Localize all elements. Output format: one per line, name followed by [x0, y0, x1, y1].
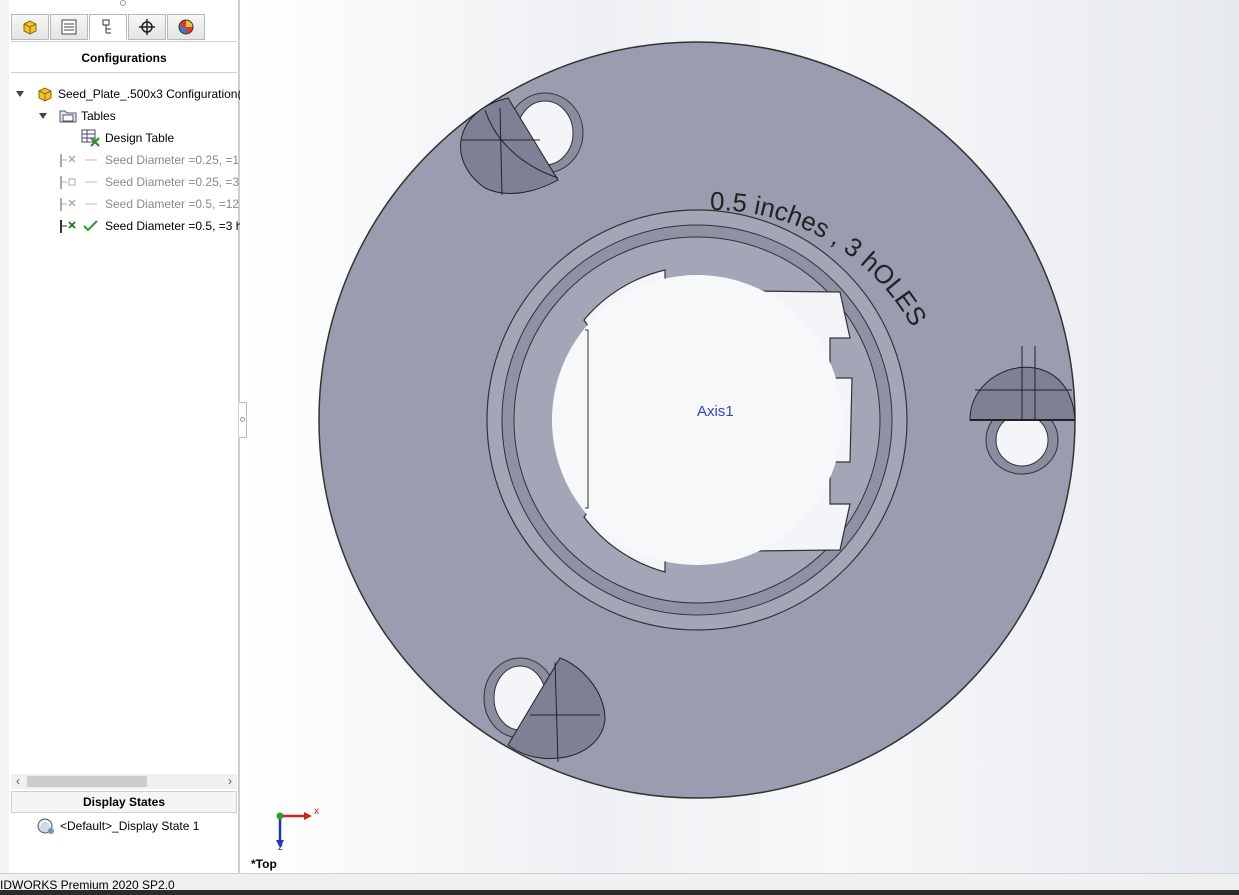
tables-folder-item[interactable]: Tables: [39, 106, 116, 126]
tree-horizontal-scrollbar[interactable]: ‹ ›: [11, 774, 237, 789]
seed-plate-model[interactable]: 0.5 inches , 3 hOLES: [240, 0, 1239, 873]
configuration-item[interactable]: Seed Diameter =0.5, =12: [58, 194, 239, 214]
folder-icon: [59, 110, 77, 123]
scroll-left-icon[interactable]: ‹: [11, 774, 25, 789]
display-state-icon: [37, 818, 54, 834]
display-state-item[interactable]: <Default>_Display State 1: [36, 816, 199, 836]
part-icon: [23, 20, 37, 35]
crosshair-icon: [139, 19, 155, 35]
view-orientation-label: *Top: [251, 857, 277, 871]
design-table-item[interactable]: Design Table: [81, 128, 174, 148]
configuration-manager-tab[interactable]: [89, 14, 127, 40]
design-table-label: Design Table: [105, 131, 175, 145]
feature-manager-tab[interactable]: [11, 14, 49, 40]
collapse-caret-icon[interactable]: [16, 91, 24, 97]
configuration-item-active[interactable]: Seed Diameter =0.5, =3 h: [58, 216, 242, 236]
scroll-thumb[interactable]: [27, 776, 147, 787]
dimxpert-manager-tab[interactable]: [128, 14, 166, 40]
tree-root-label: Seed_Plate_.500x3 Configuration(s: [58, 87, 248, 101]
axis-label[interactable]: Axis1: [697, 403, 734, 420]
config-inactive-icon: [60, 154, 97, 167]
property-manager-tab[interactable]: [50, 14, 88, 40]
display-manager-tab[interactable]: [167, 14, 205, 40]
config-inactive-icon: [60, 198, 97, 211]
graphics-viewport[interactable]: 0.5 inches , 3 hOLES Axis1 x z: [240, 0, 1239, 873]
config-active-icon: [60, 220, 98, 233]
taskbar-edge: [0, 890, 1239, 895]
config-inactive-icon: [60, 176, 97, 189]
manager-tabs: [11, 14, 206, 42]
configuration-icon: [102, 19, 111, 34]
configurations-header: Configurations: [81, 51, 167, 65]
configuration-item[interactable]: Seed Diameter =0.25, =3: [58, 172, 239, 192]
grip-icon: [240, 417, 245, 422]
scroll-right-icon[interactable]: ›: [223, 774, 237, 789]
tree-root-item[interactable]: Seed_Plate_.500x3 Configuration(s: [16, 84, 247, 104]
design-table-icon: [81, 129, 100, 147]
display-states-header: Display States: [11, 791, 237, 813]
configuration-label: Seed Diameter =0.25, =1(: [105, 153, 244, 167]
property-list-icon: [61, 19, 77, 35]
part-icon: [38, 87, 52, 102]
triad-z-label: z: [278, 842, 283, 853]
divider: [11, 72, 237, 73]
left-edge-strip: [0, 0, 9, 873]
panel-grip-icon[interactable]: [120, 0, 126, 6]
configuration-label: Seed Diameter =0.5, =3 h: [105, 219, 243, 233]
view-triad-icon[interactable]: [264, 804, 334, 854]
display-state-label: <Default>_Display State 1: [60, 819, 200, 833]
tables-folder-label: Tables: [81, 109, 116, 123]
appearance-ball-icon: [178, 19, 194, 35]
configuration-item[interactable]: Seed Diameter =0.25, =1(: [58, 150, 243, 170]
triad-x-label: x: [314, 806, 319, 817]
panel-collapse-handle[interactable]: [239, 402, 247, 438]
divider: [11, 41, 237, 42]
configuration-label: Seed Diameter =0.25, =3: [105, 175, 240, 189]
configuration-label: Seed Diameter =0.5, =12: [105, 197, 240, 211]
collapse-caret-icon[interactable]: [39, 113, 47, 119]
